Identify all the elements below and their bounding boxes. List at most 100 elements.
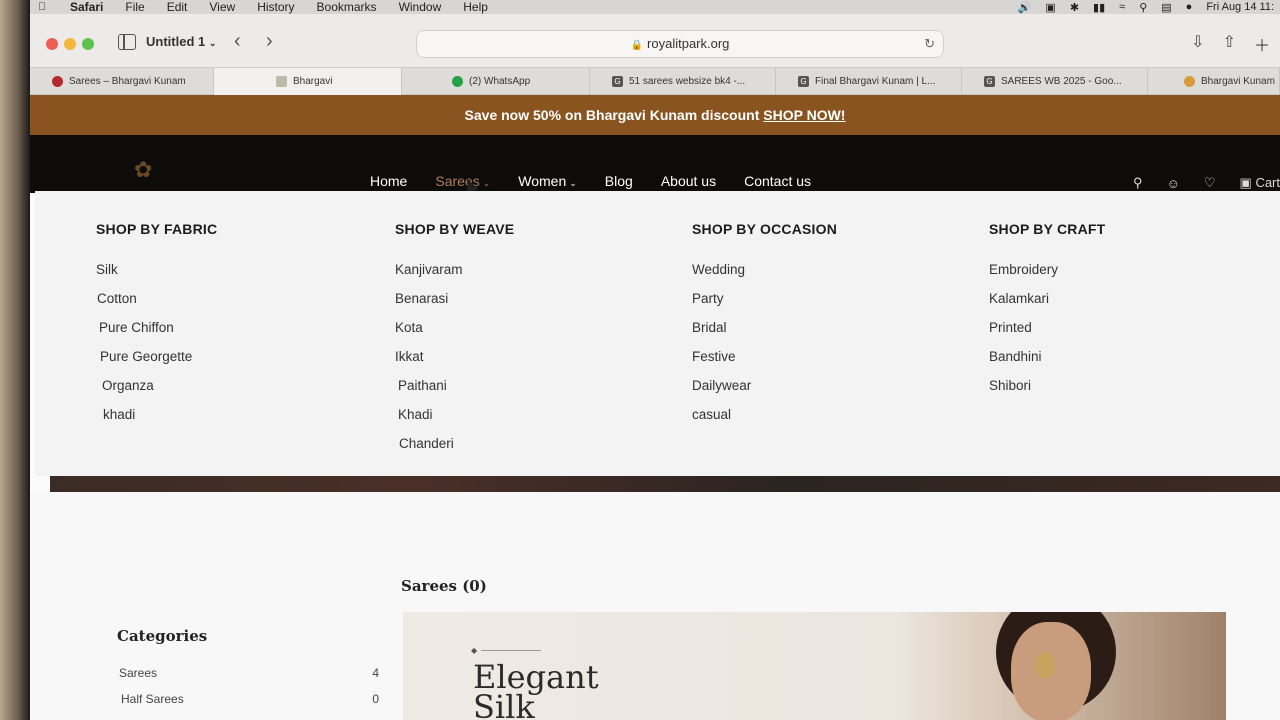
tab-bhargavi-kunam[interactable]: Bhargavi Kunam [1148,68,1280,95]
wishlist-heart-icon[interactable]: ♡ [1204,175,1216,191]
menu-link-ikkat[interactable]: Ikkat [395,342,514,371]
display-icon[interactable]: ▣ [1045,1,1055,14]
menu-link-organza[interactable]: Organza [96,371,217,400]
menu-link-benarasi[interactable]: Benarasi [395,284,514,313]
column-heading: SHOP BY FABRIC [96,221,218,237]
nav-home[interactable]: Home [370,173,407,189]
menu-link-khadi-weave[interactable]: Khadi [395,400,514,429]
tab-sarees[interactable]: Sarees – Bhargavi Kunam [30,68,214,95]
tab-final-bhargavi[interactable]: G Final Bhargavi Kunam | L... [776,68,962,95]
zoom-window-button[interactable] [82,38,94,50]
close-window-button[interactable] [46,38,58,50]
occasion-column: SHOP BY OCCASION Wedding Party Bridal Fe… [692,221,837,429]
menu-link-pure-chiffon[interactable]: Pure Chiffon [96,313,217,342]
tab-group-title[interactable]: Untitled 1 ⌄ [146,34,216,49]
menu-link-chanderi[interactable]: Chanderi [395,429,514,458]
banner-headline-line2: Silk [473,688,535,720]
nav-label: Contact us [744,173,812,189]
menu-link-silk[interactable]: Silk [96,255,217,284]
reload-icon[interactable]: ↻ [924,31,935,57]
chevron-down-icon: ⌄ [569,178,577,188]
tab-bhargavi[interactable]: Bhargavi [214,68,402,95]
menu-link-casual[interactable]: casual [692,400,837,429]
menu-app-name[interactable]: Safari [70,0,103,14]
menu-window[interactable]: Window [399,0,442,14]
promo-text: Save now 50% on Bhargavi Kunam discount [464,107,764,123]
peacock-logo-icon[interactable]: ✿ [134,157,160,183]
nav-label: Home [370,173,408,189]
column-heading: SHOP BY OCCASION [692,221,838,237]
menu-edit[interactable]: Edit [167,0,188,14]
main-nav: Home Sarees ⌄ Women ⌄ Blog About us Contac… [370,173,839,189]
tab-whatsapp[interactable]: (2) WhatsApp [402,68,590,95]
google-docs-icon: G [798,76,809,87]
cart-button[interactable]: ▣ Cart [1240,175,1280,191]
menu-link-dailywear[interactable]: Dailywear [692,371,837,400]
sidebar-toggle-icon[interactable] [118,34,136,50]
tab-sarees-websize[interactable]: G 51 sarees websize bk4 -... [590,68,776,95]
results-heading: Sarees (0) [401,577,487,595]
address-bar[interactable]: 🔒 royalitpark.org ↻ [416,30,944,58]
tab-label: Bhargavi Kunam [1201,76,1275,87]
nav-women[interactable]: Women ⌄ [518,173,577,189]
control-center-icon[interactable]: ▤ [1161,1,1171,14]
monitor-bezel [0,0,30,720]
menubar-clock[interactable]: Fri Aug 14 11: [1206,1,1274,13]
google-docs-icon: G [984,76,995,87]
share-icon[interactable]: ⇧ [1223,32,1236,56]
category-count: 0 [372,692,379,706]
menu-link-kota[interactable]: Kota [395,313,514,342]
new-tab-icon[interactable]: ＋ [1254,32,1270,56]
menu-link-bandhini[interactable]: Bandhini [989,342,1105,371]
menu-link-bridal[interactable]: Bridal [692,313,837,342]
hero-image-strip [50,476,1280,492]
bluetooth-icon[interactable]: ✱ [1070,1,1079,14]
menu-bookmarks[interactable]: Bookmarks [317,0,377,14]
menu-link-festive[interactable]: Festive [692,342,837,371]
menu-link-cotton[interactable]: Cotton [96,284,217,313]
macos-menubar:  Safari File Edit View History Bookmark… [30,0,1280,14]
account-icon[interactable]: ☺ [1167,176,1180,191]
menu-view[interactable]: View [209,0,235,14]
menu-link-kalamkari[interactable]: Kalamkari [989,284,1105,313]
nav-blog[interactable]: Blog [605,173,633,189]
category-item-sarees[interactable]: Sarees 4 [119,666,379,680]
menu-link-pure-georgette[interactable]: Pure Georgette [96,342,217,371]
menu-link-paithani[interactable]: Paithani [395,371,514,400]
battery-icon[interactable]: ▮▮ [1093,1,1105,14]
minimize-window-button[interactable] [64,38,76,50]
forward-arrow-icon[interactable]: › [266,30,273,53]
search-icon[interactable]: ⚲ [1133,175,1143,191]
menu-link-party[interactable]: Party [692,284,837,313]
back-arrow-icon[interactable]: ‹ [234,30,241,53]
cart-label: Cart [1255,175,1280,190]
menu-link-shibori[interactable]: Shibori [989,371,1105,400]
menu-link-printed[interactable]: Printed [989,313,1105,342]
tab-group-label: Untitled 1 [146,34,206,49]
menu-link-embroidery[interactable]: Embroidery [989,255,1105,284]
tab-label: SAREES WB 2025 - Goo... [1001,76,1122,87]
cart-icon: ▣ [1239,175,1252,190]
apple-icon[interactable]:  [38,1,52,13]
menu-history[interactable]: History [257,0,294,14]
category-item-half-sarees[interactable]: Half Sarees 0 [121,692,379,706]
downloads-icon[interactable]: ⇩ [1191,32,1204,56]
spotlight-search-icon[interactable]: ⚲ [1139,1,1147,14]
wifi-icon[interactable]: ≈ [1119,1,1125,13]
category-label: Half Sarees [121,692,184,706]
menu-link-kanjivaram[interactable]: Kanjivaram [395,255,514,284]
nav-about[interactable]: About us [661,173,716,189]
google-docs-icon: G [612,76,623,87]
menu-link-khadi[interactable]: khadi [96,400,217,429]
shop-now-link[interactable]: SHOP NOW! [763,107,845,123]
volume-icon[interactable]: 🔊 [1018,1,1032,14]
menu-link-wedding[interactable]: Wedding [692,255,837,284]
menu-file[interactable]: File [125,0,144,14]
nav-contact[interactable]: Contact us [744,173,811,189]
tab-label: 51 sarees websize bk4 -... [629,76,746,87]
tab-sarees-wb[interactable]: G SAREES WB 2025 - Goo... [962,68,1148,95]
category-label: Sarees [119,666,158,680]
collection-banner[interactable]: ◆ Elegant Silk [403,612,1226,720]
menu-help[interactable]: Help [463,0,488,14]
siri-icon[interactable]: ● [1186,1,1193,13]
